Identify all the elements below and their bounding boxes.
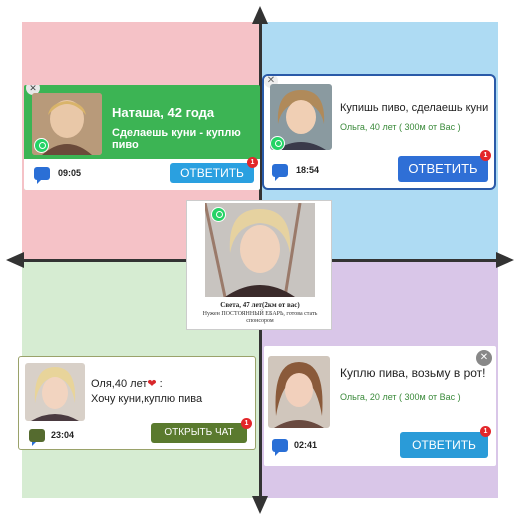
arrow-up-icon [252,6,268,24]
ad-card-bottom-right[interactable]: ✕ Куплю пива, возьму в рот! Ольга, 20 ле… [264,346,496,466]
time-label: 09:05 [58,168,82,178]
reply-button[interactable]: ОТВЕТИТЬ [398,156,488,182]
whatsapp-icon [34,138,49,153]
open-chat-button[interactable]: ОТКРЫТЬ ЧАТ [151,423,247,443]
message-text: Хочу куни,куплю пива [91,393,203,405]
notification-badge: 1 [241,418,252,429]
reply-button[interactable]: ОТВЕТИТЬ [400,432,488,458]
time-label: 23:04 [51,430,75,440]
profile-photo [25,363,85,421]
ad-card-top-left[interactable]: ✕ Наташа, 42 года Сделаешь куни - куплю … [24,85,260,190]
ad-card-center[interactable]: Света, 47 лет(2км от вас) Нужен ПОСТОЯНН… [186,200,332,330]
notification-badge: 1 [480,150,491,161]
whatsapp-icon [270,136,285,151]
message-icon [272,439,288,456]
close-icon[interactable]: ✕ [476,350,492,366]
sender-name-text: Оля,40 лет [91,378,148,390]
ad-card-top-right[interactable]: ✕ Купишь пиво, сделаешь куни Ольга, 40 л… [262,74,496,190]
arrow-right-icon [496,252,514,268]
message-icon [29,429,45,446]
sender-info: Ольга, 20 лет ( 300м от Вас ) [340,392,461,402]
time-label: 02:41 [294,440,318,450]
message-text: Купишь пиво, сделаешь куни [340,102,489,114]
ad-card-bottom-left[interactable]: Оля,40 лет❤ : Хочу куни,куплю пива 23:04… [18,356,256,450]
notification-badge: 1 [480,426,491,437]
arrow-left-icon [6,252,24,268]
heart-icon: ❤ [147,378,157,390]
arrow-down-icon [252,496,268,514]
message-text: Нужен ПОСТОЯННЫЙ ЕБАРЬ, готова стать спо… [202,311,318,324]
message-text: Куплю пива, возьму в рот! [340,366,486,380]
sender-name: Света, 47 лет(2км от вас) [220,301,300,309]
time-label: 18:54 [296,165,320,175]
woman-portrait-icon [25,363,85,421]
notification-badge: 1 [247,157,258,168]
message-icon [272,164,288,181]
message-text: Сделаешь куни - куплю пиво [112,127,241,151]
profile-photo [268,356,330,428]
woman-portrait-icon [268,356,330,428]
sender-name: Оля,40 лет❤ : [91,377,163,390]
message-icon [34,167,50,184]
whatsapp-icon [211,207,226,222]
reply-button[interactable]: ОТВЕТИТЬ [170,163,254,183]
name-colon: : [159,378,163,390]
sender-name: Наташа, 42 года [112,105,215,120]
sender-info: Ольга, 40 лет ( 300м от Вас ) [340,122,461,132]
